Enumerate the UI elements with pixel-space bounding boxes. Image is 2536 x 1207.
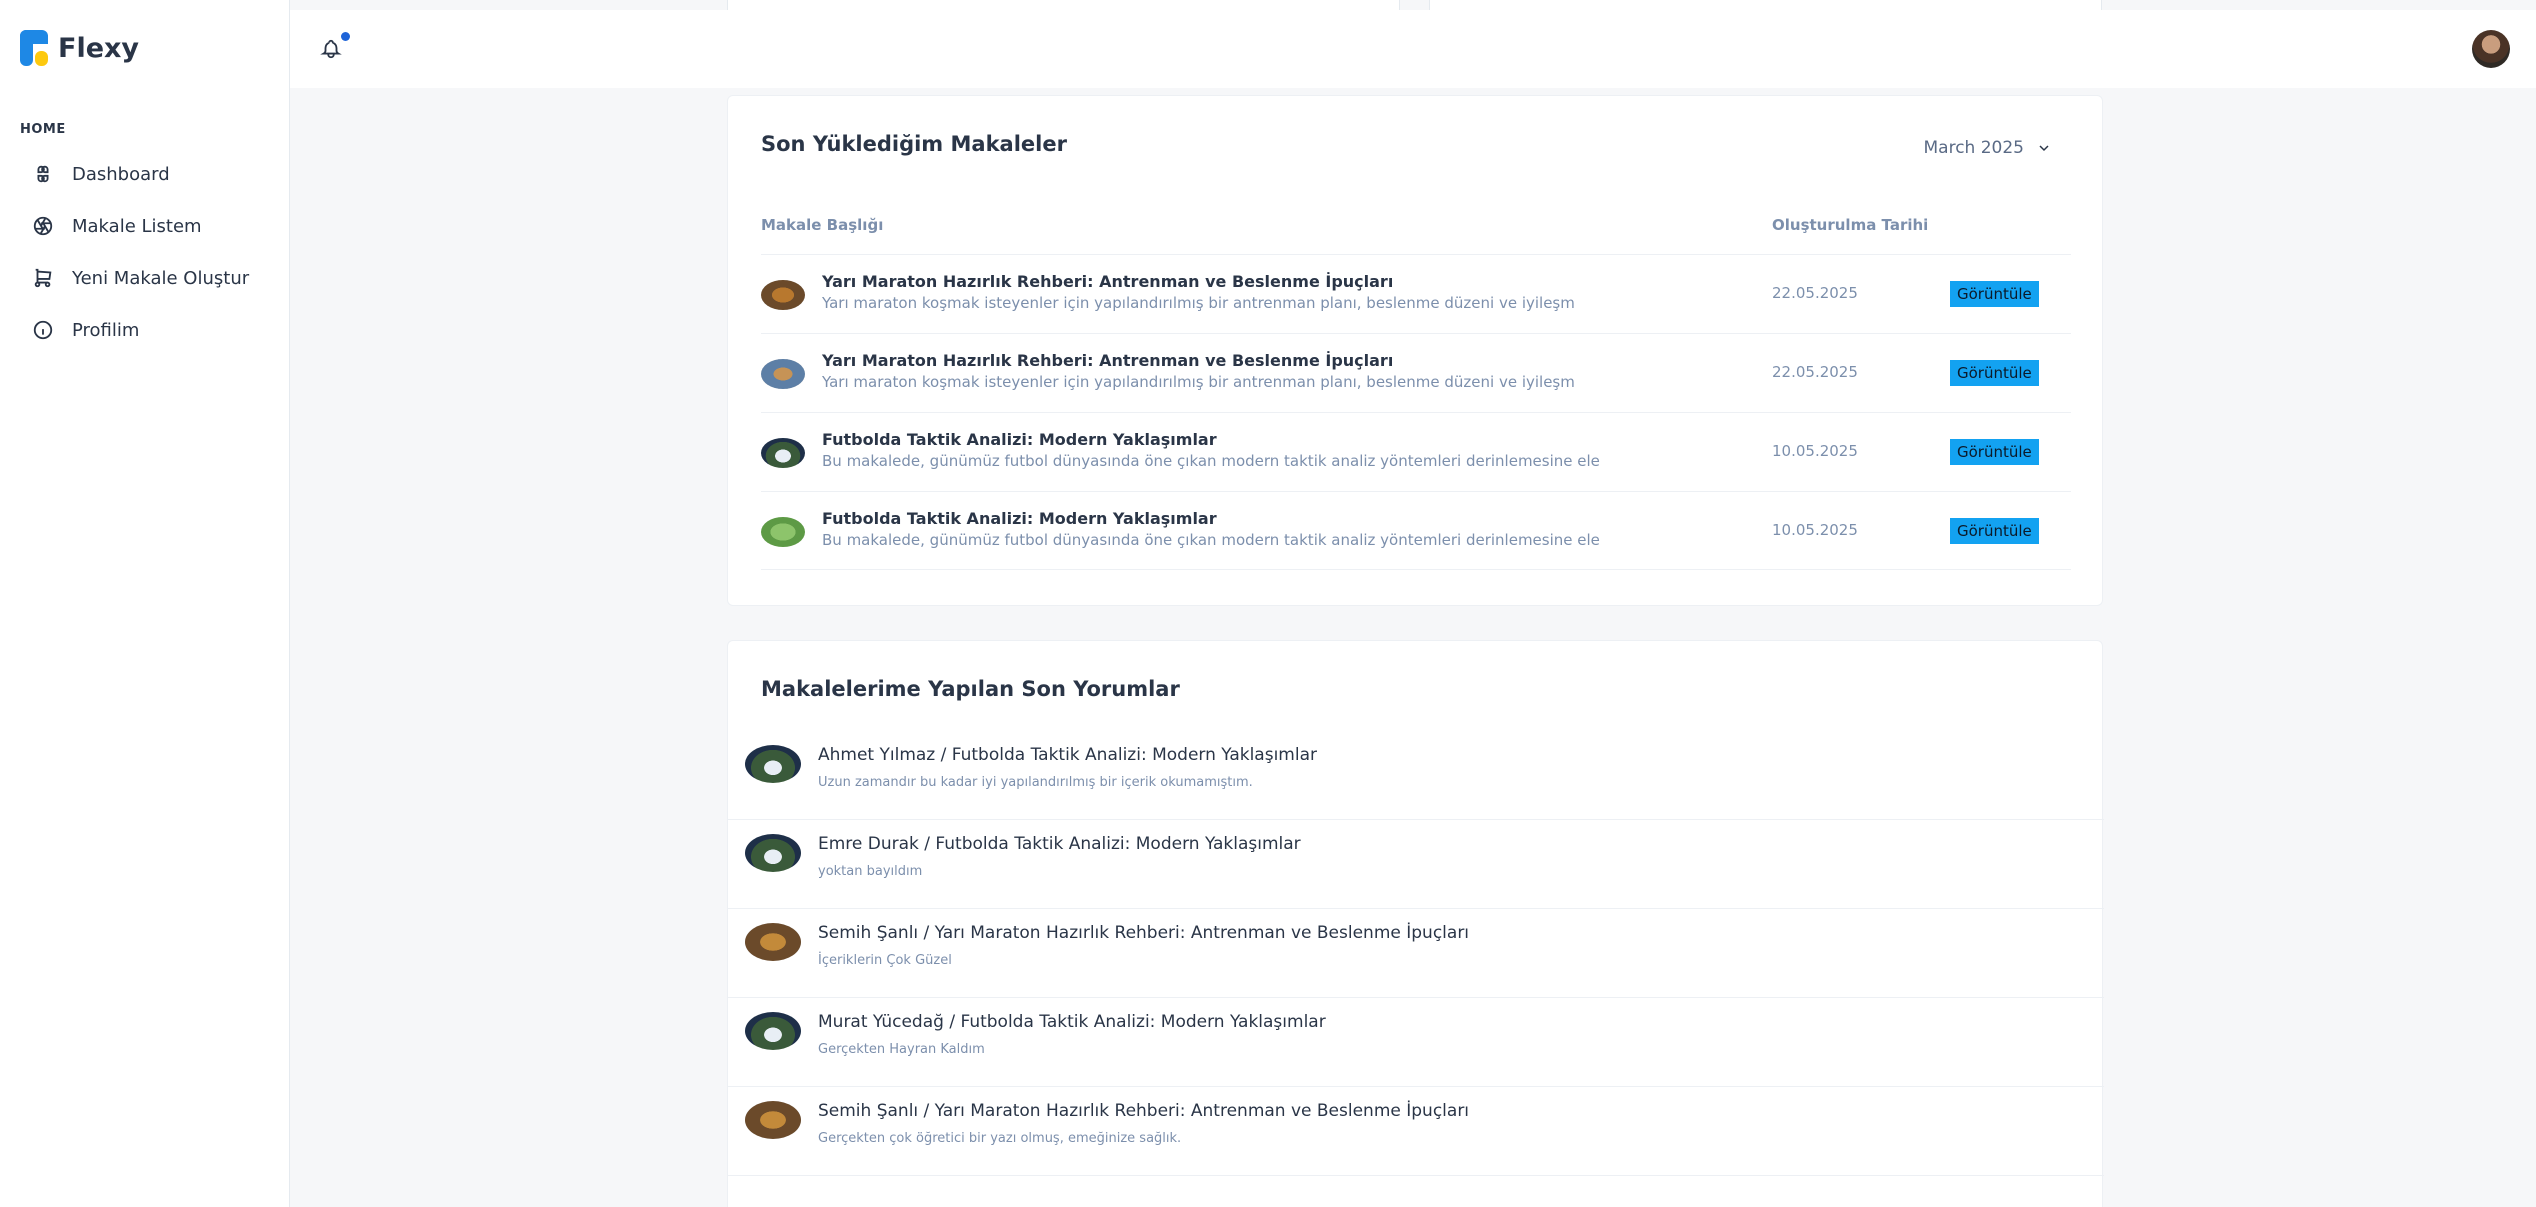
recent-articles-card: Son Yüklediğim Makaleler March 2025 Maka… [727, 95, 2103, 606]
notification-button[interactable] [320, 32, 350, 62]
comment-text: yoktan bayıldım [818, 864, 923, 879]
topbar [290, 10, 2536, 88]
logo-icon [20, 30, 48, 66]
table-row: Futbolda Taktik Analizi: Modern Yaklaşım… [761, 412, 2071, 491]
article-description: Yarı maraton koşmak isteyenler için yapı… [822, 373, 1575, 391]
list-item[interactable]: Murat Yücedağ / Futbolda Taktik Analizi:… [728, 998, 2104, 1087]
card-title: Son Yüklediğim Makaleler [761, 132, 1067, 156]
article-title: Yarı Maraton Hazırlık Rehberi: Antrenman… [822, 351, 1394, 370]
comment-title: Ahmet Yılmaz / Futbolda Taktik Analizi: … [818, 745, 1317, 765]
article-date: 22.05.2025 [1772, 363, 1858, 381]
article-description: Bu makalede, günümüz futbol dünyasında ö… [822, 452, 1600, 470]
card-edge-left [727, 0, 1400, 10]
list-item[interactable]: Emre Durak / Futbolda Taktik Analizi: Mo… [728, 820, 2104, 909]
sidebar-item-profilim[interactable]: Profilim [20, 304, 270, 356]
comment-title: Murat Yücedağ / Futbolda Taktik Analizi:… [818, 1012, 1326, 1032]
comment-thumbnail [745, 745, 801, 783]
month-select-value: March 2025 [1923, 138, 2025, 158]
month-select[interactable]: March 2025 [1924, 138, 2053, 158]
comment-text: İçeriklerin Çok Güzel [818, 953, 952, 968]
logo-text: Flexy [58, 32, 140, 64]
user-avatar[interactable] [2472, 30, 2510, 68]
aperture-icon [33, 216, 53, 236]
article-date: 22.05.2025 [1772, 284, 1858, 302]
column-header-title: Makale Başlığı [761, 216, 884, 234]
sidebar-item-dashboard[interactable]: Dashboard [20, 148, 270, 200]
article-description: Bu makalede, günümüz futbol dünyasında ö… [822, 531, 1600, 549]
comments-list: Ahmet Yılmaz / Futbolda Taktik Analizi: … [728, 731, 2104, 1176]
sidebar-nav: Dashboard Makale Listem Yeni Makale Oluş… [20, 148, 270, 356]
article-description: Yarı maraton koşmak isteyenler için yapı… [822, 294, 1575, 312]
info-icon [33, 320, 53, 340]
view-button[interactable]: Görüntüle [1950, 360, 2039, 386]
comment-title: Semih Şanlı / Yarı Maraton Hazırlık Rehb… [818, 1101, 1470, 1121]
sidebar-item-label: Yeni Makale Oluştur [72, 267, 250, 289]
comment-title: Semih Şanlı / Yarı Maraton Hazırlık Rehb… [818, 923, 1470, 943]
notification-badge [341, 32, 350, 41]
sidebar-item-makale-listem[interactable]: Makale Listem [20, 200, 270, 252]
table-row: Yarı Maraton Hazırlık Rehberi: Antrenman… [761, 254, 2071, 333]
bell-icon [320, 39, 342, 59]
cart-icon [34, 268, 52, 288]
list-item[interactable]: Ahmet Yılmaz / Futbolda Taktik Analizi: … [728, 731, 2104, 820]
article-thumbnail [761, 438, 805, 468]
card-edge-right [1429, 0, 2102, 10]
recent-comments-card: Makalelerime Yapılan Son Yorumlar Ahmet … [727, 640, 2104, 1207]
table-row: Futbolda Taktik Analizi: Modern Yaklaşım… [761, 491, 2071, 570]
view-button[interactable]: Görüntüle [1950, 518, 2039, 544]
logo[interactable]: Flexy [20, 30, 139, 66]
article-title: Futbolda Taktik Analizi: Modern Yaklaşım… [822, 509, 1217, 528]
card-title: Makalelerime Yapılan Son Yorumlar [761, 677, 1180, 701]
comment-thumbnail [745, 834, 801, 872]
article-thumbnail [761, 517, 805, 547]
article-date: 10.05.2025 [1772, 521, 1858, 539]
articles-table: Yarı Maraton Hazırlık Rehberi: Antrenman… [761, 254, 2071, 570]
article-title: Yarı Maraton Hazırlık Rehberi: Antrenman… [822, 272, 1394, 291]
list-item[interactable]: Semih Şanlı / Yarı Maraton Hazırlık Rehb… [728, 909, 2104, 998]
top-strip [0, 0, 2536, 10]
list-item[interactable]: Semih Şanlı / Yarı Maraton Hazırlık Rehb… [728, 1087, 2104, 1176]
nav-section-label: HOME [20, 122, 66, 137]
comment-title: Emre Durak / Futbolda Taktik Analizi: Mo… [818, 834, 1301, 854]
sidebar-item-label: Dashboard [72, 163, 170, 185]
chevron-down-icon [2039, 145, 2049, 152]
dashboard-icon [37, 165, 49, 183]
article-date: 10.05.2025 [1772, 442, 1858, 460]
column-header-date: Oluşturulma Tarihi [1772, 216, 1929, 234]
sidebar-item-label: Profilim [72, 319, 140, 341]
comment-text: Gerçekten Hayran Kaldım [818, 1042, 985, 1057]
comment-thumbnail [745, 1012, 801, 1050]
sidebar-item-label: Makale Listem [72, 215, 202, 237]
view-button[interactable]: Görüntüle [1950, 281, 2039, 307]
article-title: Futbolda Taktik Analizi: Modern Yaklaşım… [822, 430, 1217, 449]
sidebar-item-yeni-makale[interactable]: Yeni Makale Oluştur [20, 252, 270, 304]
article-thumbnail [761, 359, 805, 389]
article-thumbnail [761, 280, 805, 310]
sidebar: Flexy HOME Dashboard Makale Listem Yeni … [0, 0, 290, 1207]
view-button[interactable]: Görüntüle [1950, 439, 2039, 465]
comment-thumbnail [745, 1101, 801, 1139]
comment-text: Uzun zamandır bu kadar iyi yapılandırılm… [818, 775, 1253, 790]
table-row: Yarı Maraton Hazırlık Rehberi: Antrenman… [761, 333, 2071, 412]
comment-thumbnail [745, 923, 801, 961]
comment-text: Gerçekten çok öğretici bir yazı olmuş, e… [818, 1131, 1182, 1146]
